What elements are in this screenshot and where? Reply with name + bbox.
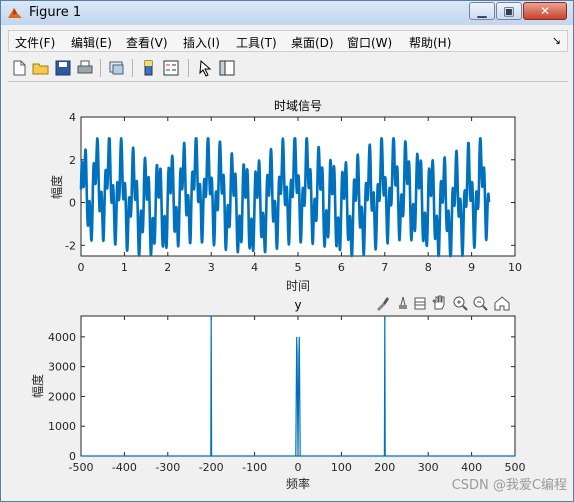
x-tick-label: 300 [418, 461, 439, 474]
figure-window: Figure 1 ▁ ▣ ✕ 文件(F) 编辑(E) 查看(V) 插入(I) 工… [0, 0, 574, 502]
x-tick-label: 0 [78, 261, 85, 274]
menu-view[interactable]: 查看(V) [126, 34, 168, 51]
menu-window[interactable]: 窗口(W) [347, 34, 392, 51]
x-tick-label: 200 [374, 461, 395, 474]
menu-edit[interactable]: 编辑(E) [71, 34, 112, 51]
menu-help[interactable]: 帮助(H) [409, 34, 451, 51]
zoom-in-icon[interactable] [453, 296, 468, 311]
axes-toolbar [377, 295, 510, 311]
x-tick-label: 400 [461, 461, 482, 474]
colorbar-icon[interactable] [140, 59, 158, 77]
print-icon[interactable] [76, 59, 94, 77]
x-tick-label: -400 [112, 461, 137, 474]
figure-canvas[interactable]: 时域信号 时间 幅度 0 1 2 3 4 5 6 7 8 9 10 -2 0 2 4 y 频率 幅度 -50… [8, 83, 568, 497]
x-tick-label: -100 [242, 461, 267, 474]
property-inspector-icon[interactable] [218, 59, 236, 77]
x-tick-label: 7 [381, 261, 388, 274]
x-tick-label: 0 [295, 461, 302, 474]
y-tick-label: 1000 [48, 420, 76, 433]
plots-svg: 时域信号 时间 幅度 0 1 2 3 4 5 6 7 8 9 10-2024 y 频率 幅度 -50… [30, 99, 526, 491]
brush-icon[interactable] [377, 297, 389, 311]
y-tick-label: 2 [69, 154, 76, 167]
x-tick-label: 8 [425, 261, 432, 274]
x-tick-label: 6 [338, 261, 345, 274]
x-tick-label: -300 [155, 461, 180, 474]
pointer-icon[interactable] [196, 59, 214, 77]
title-bar[interactable]: Figure 1 ▁ ▣ ✕ [1, 1, 573, 25]
axes2-ylabel: 幅度 [30, 374, 45, 398]
pan-icon[interactable] [414, 297, 426, 310]
axes1-title: 时域信号 [274, 99, 322, 113]
y-tick-label: -2 [65, 239, 76, 252]
y-tick-label: 3000 [48, 361, 76, 374]
save-icon[interactable] [54, 59, 72, 77]
menu-desktop[interactable]: 桌面(D) [291, 34, 334, 51]
matlab-logo-icon [8, 8, 22, 18]
legend-icon[interactable] [162, 59, 180, 77]
zoom-out-icon[interactable] [473, 296, 488, 311]
toolbar-separator [188, 59, 189, 77]
toolbar-separator [132, 59, 133, 77]
x-tick-label: 4 [251, 261, 258, 274]
pan-hand-icon[interactable] [432, 295, 445, 310]
y-tick-label: 2000 [48, 390, 76, 403]
menu-bar: 文件(F) 编辑(E) 查看(V) 插入(I) 工具(T) 桌面(D) 窗口(W… [8, 30, 568, 52]
restore-button[interactable]: ▣ [496, 2, 522, 20]
y-tick-label: 0 [69, 197, 76, 210]
x-tick-label: 100 [331, 461, 352, 474]
toolbar [8, 55, 568, 82]
close-button[interactable]: ✕ [523, 2, 567, 20]
data-tip-icon[interactable] [399, 296, 407, 309]
x-tick-label: 9 [468, 261, 475, 274]
y-tick-label: 0 [69, 450, 76, 463]
link-icon[interactable] [108, 59, 126, 77]
x-tick-label: 2 [164, 261, 171, 274]
x-tick-label: 10 [508, 261, 522, 274]
new-figure-icon[interactable] [10, 59, 28, 77]
x-tick-label: -200 [199, 461, 224, 474]
axes2-title: y [294, 298, 301, 312]
y-tick-label: 4 [69, 111, 76, 124]
watermark-text: CSDN @我爱C编程 [451, 478, 567, 493]
home-icon[interactable] [494, 296, 510, 311]
x-tick-label: 5 [295, 261, 302, 274]
menu-file[interactable]: 文件(F) [15, 34, 55, 51]
open-file-icon[interactable] [32, 59, 50, 77]
axes1-ylabel: 幅度 [49, 175, 64, 199]
y-tick-label: 4000 [48, 331, 76, 344]
x-tick-label: 500 [505, 461, 526, 474]
menu-insert[interactable]: 插入(I) [183, 34, 220, 51]
minimize-button[interactable]: ▁ [469, 2, 495, 20]
axes1-xlabel: 时间 [286, 279, 310, 293]
axes2-xlabel: 频率 [286, 476, 310, 491]
menu-overflow-icon[interactable]: ↘ [552, 34, 561, 47]
menu-tools[interactable]: 工具(T) [236, 34, 277, 51]
x-tick-label: 1 [121, 261, 128, 274]
window-title: Figure 1 [29, 5, 82, 20]
x-tick-label: 3 [208, 261, 215, 274]
toolbar-separator [100, 59, 101, 77]
